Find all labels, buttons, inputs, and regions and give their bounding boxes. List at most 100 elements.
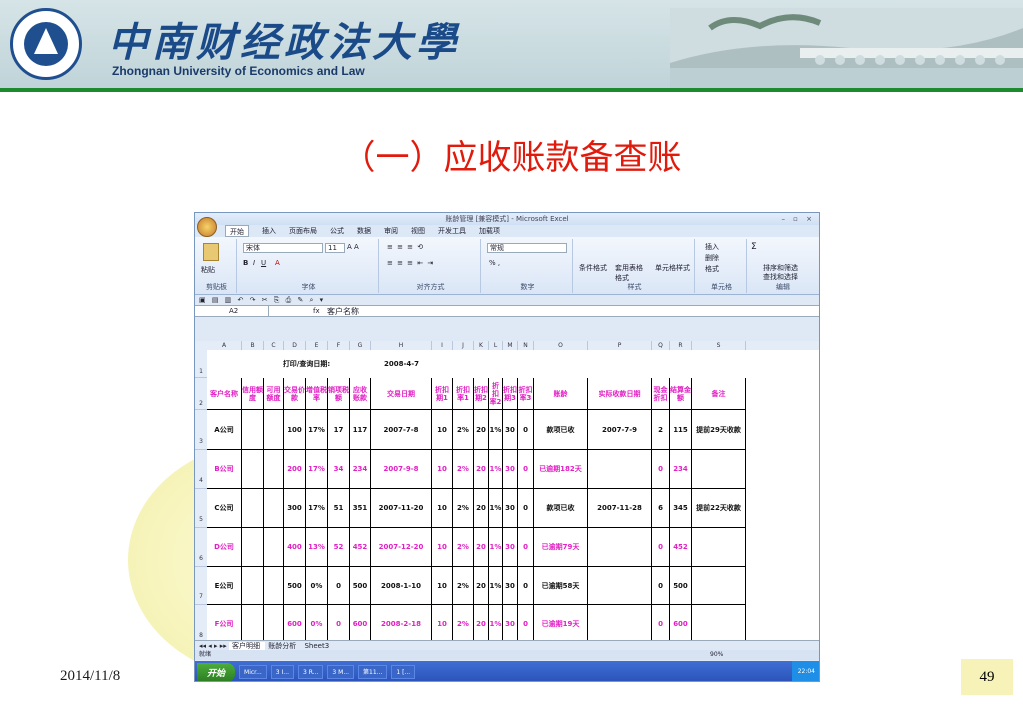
table-cell[interactable]: 1% <box>489 450 503 489</box>
taskbar-item[interactable]: 第11... <box>358 665 388 679</box>
table-cell[interactable]: 10 <box>432 567 453 605</box>
table-cell[interactable]: 17% <box>306 489 328 528</box>
table-cell[interactable]: 1% <box>489 489 503 528</box>
table-cell[interactable]: 1% <box>489 605 503 640</box>
ribbon-tab[interactable]: 数据 <box>357 225 371 237</box>
table-cell[interactable]: 0% <box>306 567 328 605</box>
table-cell[interactable]: 100 <box>284 410 306 450</box>
ribbon-tab[interactable]: 开始 <box>225 225 249 237</box>
table-cell[interactable]: 115 <box>670 410 692 450</box>
table-cell[interactable]: 30 <box>503 567 518 605</box>
table-cell[interactable]: D公司 <box>207 528 242 567</box>
ribbon-tab[interactable]: 插入 <box>262 225 276 237</box>
find-select-button[interactable]: 查找和选择 <box>763 272 798 282</box>
column-header[interactable]: E <box>306 341 328 350</box>
sheet-tab[interactable]: 账龄分析 <box>265 642 301 650</box>
office-button[interactable] <box>197 217 217 237</box>
table-cell[interactable] <box>242 528 264 567</box>
table-cell[interactable]: 款项已收 <box>534 489 588 528</box>
table-cell[interactable]: 52 <box>328 528 350 567</box>
table-cell[interactable]: 2008-2-18 <box>371 605 432 640</box>
table-cell[interactable]: 2007-11-20 <box>371 489 432 528</box>
name-box[interactable]: A2 <box>195 306 269 317</box>
table-cell[interactable] <box>588 528 652 567</box>
table-cell[interactable]: 1% <box>489 410 503 450</box>
row-header[interactable]: 6 <box>195 528 207 567</box>
table-cell[interactable]: 0 <box>328 567 350 605</box>
table-cell[interactable]: 10 <box>432 528 453 567</box>
table-cell[interactable]: 345 <box>670 489 692 528</box>
column-header[interactable]: S <box>692 341 746 350</box>
table-cell[interactable] <box>264 605 284 640</box>
column-header[interactable]: C <box>264 341 284 350</box>
sum-icon[interactable]: Σ <box>751 242 757 252</box>
table-cell[interactable]: 2007-7-9 <box>588 410 652 450</box>
table-cell[interactable]: 30 <box>503 489 518 528</box>
table-cell[interactable]: 20 <box>474 489 489 528</box>
table-cell[interactable]: 117 <box>350 410 371 450</box>
font-size-select[interactable]: 11 <box>325 243 345 253</box>
paste-button[interactable]: 粘贴 <box>201 265 215 275</box>
table-cell[interactable]: 10 <box>432 605 453 640</box>
table-cell[interactable]: 17% <box>306 410 328 450</box>
column-header[interactable]: K <box>474 341 489 350</box>
table-cell[interactable]: 2007-9-8 <box>371 450 432 489</box>
table-cell[interactable] <box>692 567 746 605</box>
table-cell[interactable]: 234 <box>350 450 371 489</box>
table-cell[interactable]: 17 <box>328 410 350 450</box>
table-cell[interactable]: 452 <box>670 528 692 567</box>
table-cell[interactable]: 300 <box>284 489 306 528</box>
table-cell[interactable]: 600 <box>670 605 692 640</box>
table-cell[interactable]: 30 <box>503 450 518 489</box>
table-cell[interactable]: 51 <box>328 489 350 528</box>
align-icons-2[interactable]: ≡ ≡ ≡ ⇤ ⇥ <box>387 259 434 267</box>
table-cell[interactable]: 0% <box>306 605 328 640</box>
row-header[interactable]: 7 <box>195 567 207 605</box>
column-header[interactable]: F <box>328 341 350 350</box>
table-cell[interactable] <box>264 528 284 567</box>
delete-button[interactable]: 删除 <box>705 253 719 263</box>
italic-button[interactable]: I <box>253 259 255 267</box>
taskbar-item[interactable]: 3 R... <box>298 665 324 679</box>
cond-format-button[interactable]: 条件格式 <box>579 263 607 273</box>
table-cell[interactable]: 1% <box>489 528 503 567</box>
table-cell[interactable]: 500 <box>350 567 371 605</box>
table-cell[interactable]: 6 <box>652 489 670 528</box>
zoom-level[interactable]: 90% <box>710 650 723 660</box>
ribbon-tab[interactable]: 开发工具 <box>438 225 466 237</box>
table-cell[interactable]: 2007-7-8 <box>371 410 432 450</box>
sheet-tab[interactable]: Sheet3 <box>301 642 332 650</box>
fx-icon[interactable]: fx <box>313 306 320 317</box>
table-cell[interactable]: 400 <box>284 528 306 567</box>
column-header[interactable]: I <box>432 341 453 350</box>
taskbar-item[interactable]: Micr... <box>239 665 267 679</box>
table-cell[interactable] <box>264 450 284 489</box>
formula-content[interactable]: 客户名称 <box>327 306 359 317</box>
insert-button[interactable]: 插入 <box>705 242 719 252</box>
table-cell[interactable] <box>264 410 284 450</box>
table-cell[interactable]: 2% <box>453 528 474 567</box>
window-controls[interactable]: – ▫ × <box>781 213 815 225</box>
column-header[interactable]: O <box>534 341 588 350</box>
table-cell[interactable]: 13% <box>306 528 328 567</box>
font-grow-icon[interactable]: A A <box>347 243 359 251</box>
table-cell[interactable]: 200 <box>284 450 306 489</box>
table-cell[interactable]: 2% <box>453 410 474 450</box>
taskbar-item[interactable]: 1 [... <box>391 665 416 679</box>
ribbon-tab[interactable]: 公式 <box>330 225 344 237</box>
align-icons[interactable]: ≡ ≡ ≡ ⟲ <box>387 243 424 251</box>
table-cell[interactable]: 0 <box>652 528 670 567</box>
table-cell[interactable]: 20 <box>474 528 489 567</box>
table-cell[interactable]: 20 <box>474 410 489 450</box>
table-cell[interactable]: 0 <box>518 605 534 640</box>
table-cell[interactable]: 20 <box>474 605 489 640</box>
column-header[interactable]: Q <box>652 341 670 350</box>
table-cell[interactable]: 0 <box>518 450 534 489</box>
row-header[interactable]: 5 <box>195 489 207 528</box>
table-cell[interactable]: 10 <box>432 450 453 489</box>
table-cell[interactable]: 款项已收 <box>534 410 588 450</box>
column-header[interactable]: D <box>284 341 306 350</box>
table-cell[interactable]: 0 <box>518 567 534 605</box>
start-button[interactable]: 开始 <box>197 662 236 681</box>
row-header[interactable]: 2 <box>195 378 207 410</box>
